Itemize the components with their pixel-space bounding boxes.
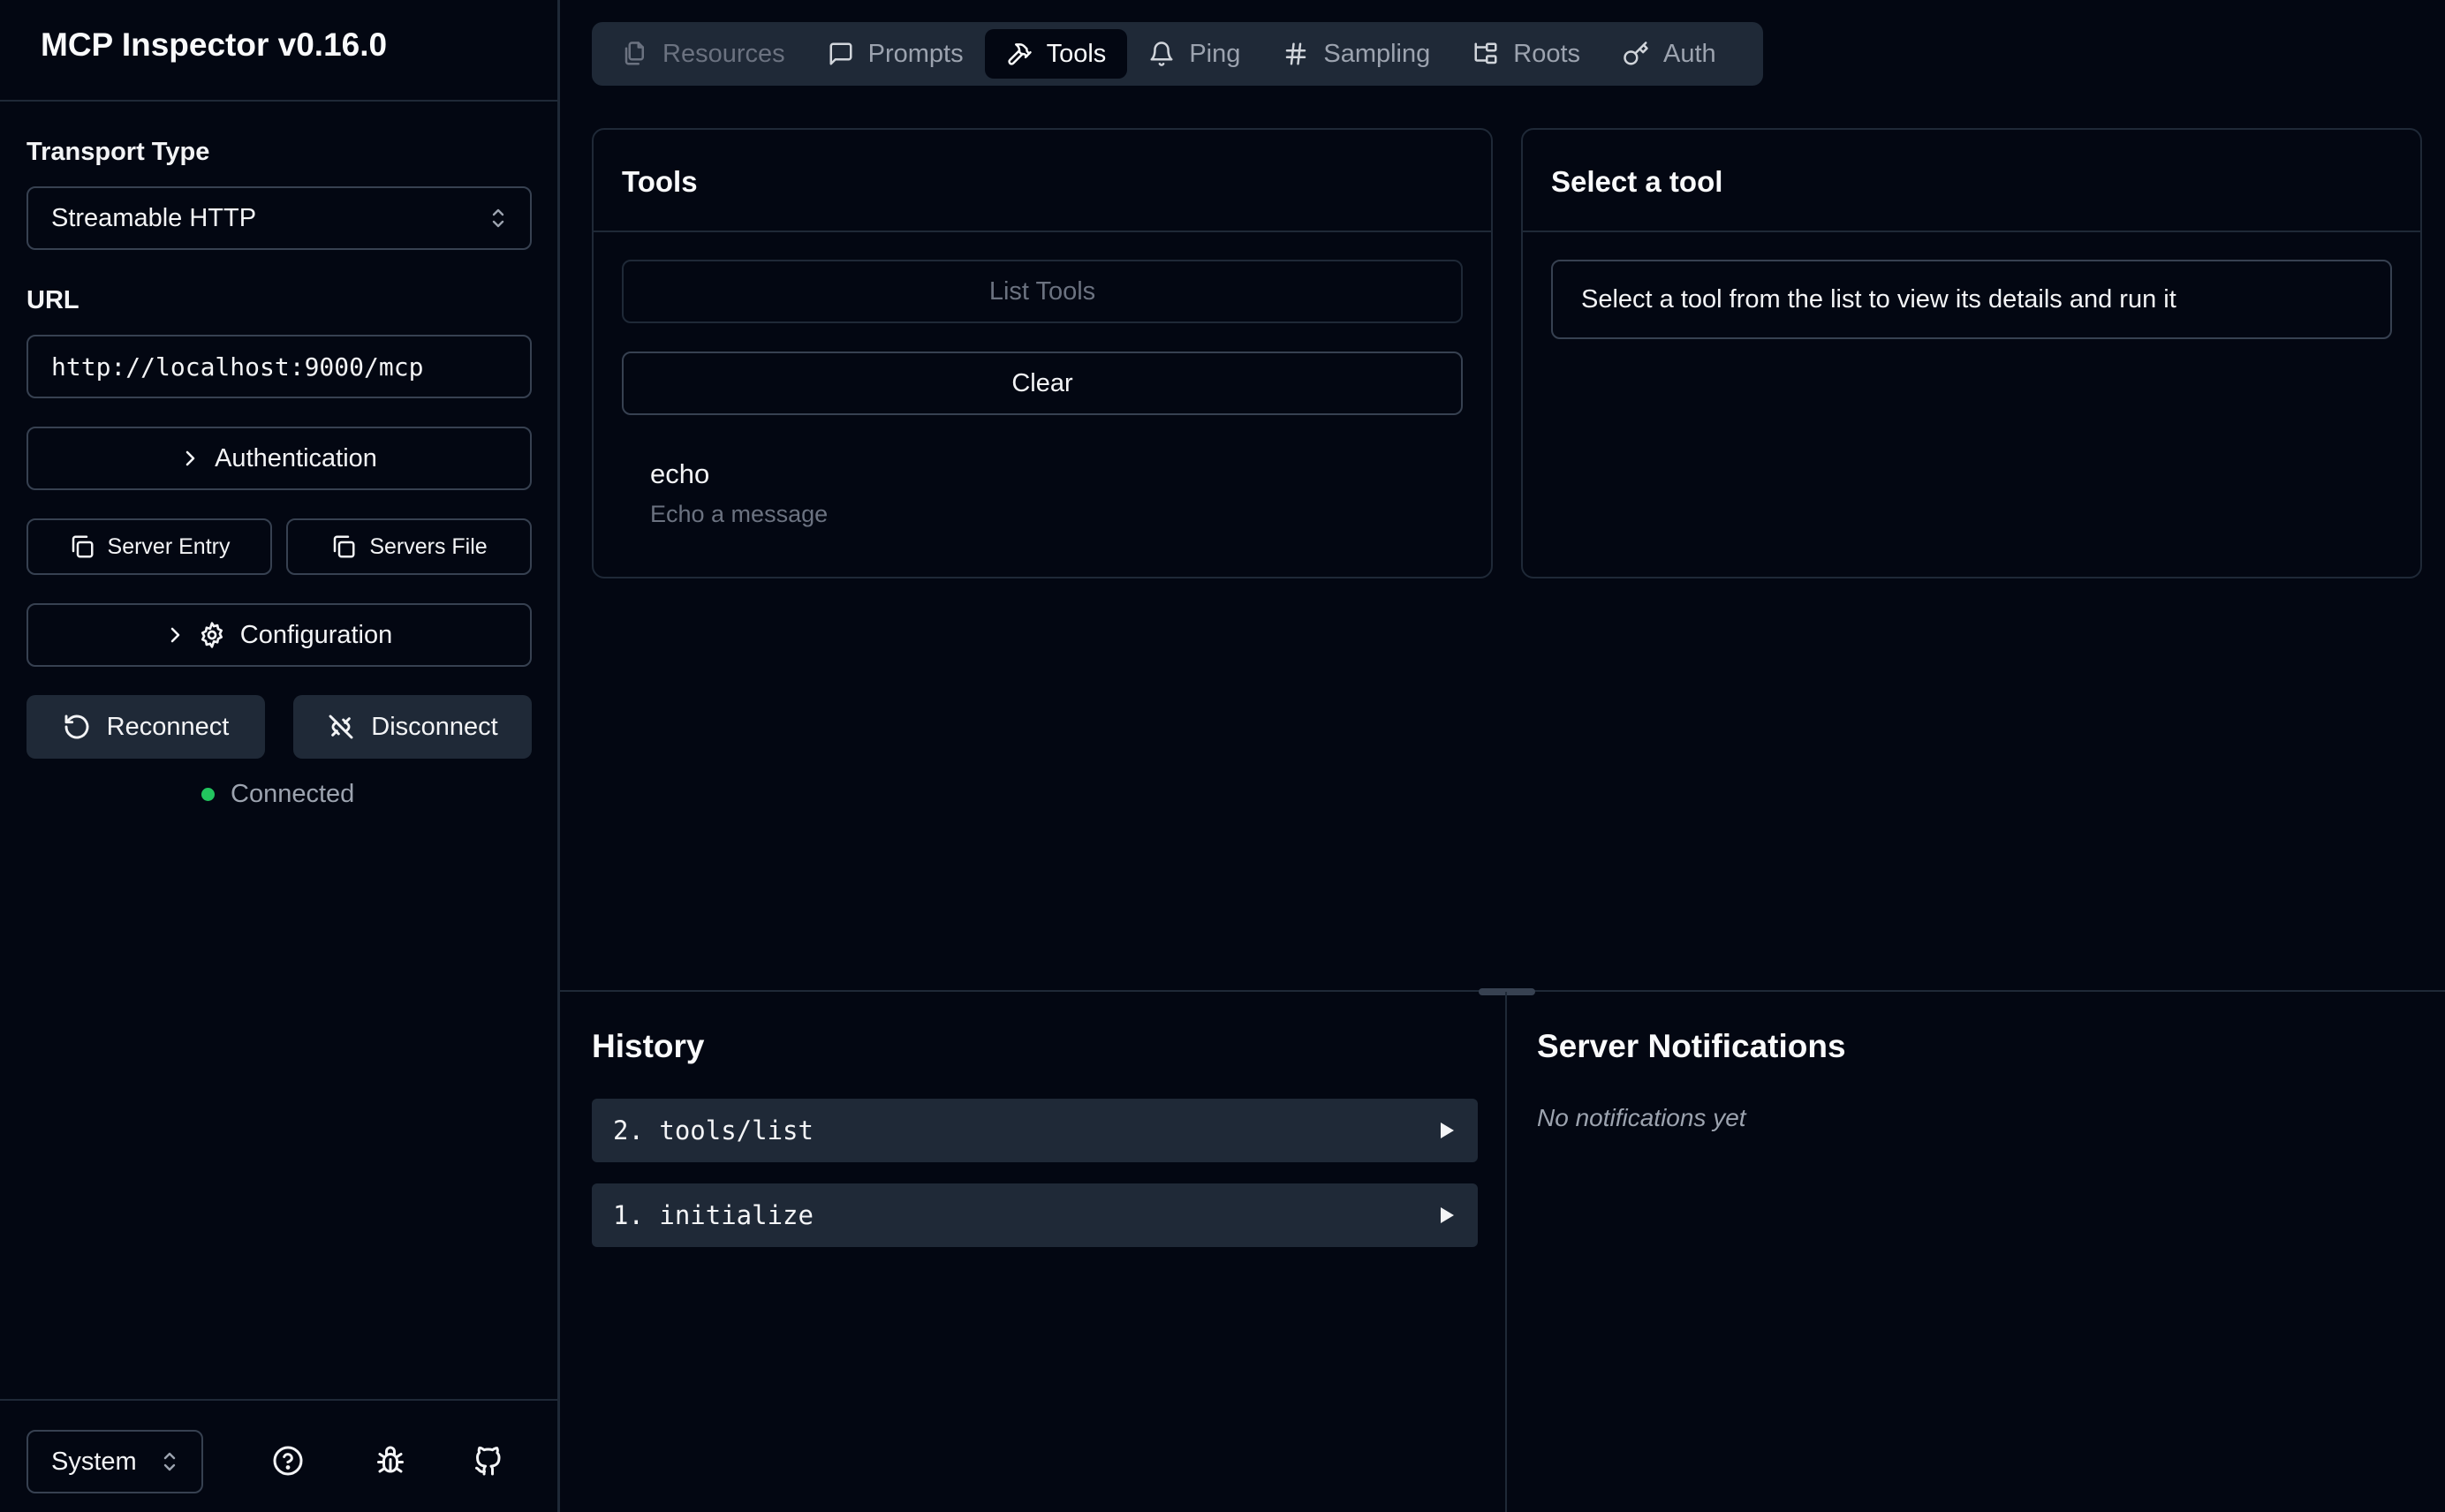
app-title: MCP Inspector v0.16.0 xyxy=(41,26,388,63)
tool-name: echo xyxy=(650,458,710,489)
tab-label: Auth xyxy=(1663,39,1716,68)
lower-pane-divider xyxy=(1505,992,1507,1512)
tab-label: Resources xyxy=(662,39,785,68)
server-notifications-title: Server Notifications xyxy=(1537,1028,1846,1064)
status-text: Connected xyxy=(231,780,355,808)
theme-value: System xyxy=(51,1447,137,1476)
connection-status: Connected xyxy=(201,780,354,809)
configuration-toggle-button[interactable]: Configuration xyxy=(26,603,532,667)
tab-label: Ping xyxy=(1189,39,1241,68)
chevron-right-icon xyxy=(181,448,199,469)
url-input[interactable]: http://localhost:9000/mcp xyxy=(26,335,532,398)
tool-description: Echo a message xyxy=(650,501,829,527)
tab-auth[interactable]: Auth xyxy=(1601,29,1737,79)
tab-prompts[interactable]: Prompts xyxy=(806,29,985,79)
transport-type-select[interactable]: Streamable HTTP xyxy=(26,186,532,250)
tab-label: Roots xyxy=(1513,39,1581,68)
resize-handle[interactable] xyxy=(1479,988,1535,995)
hash-icon xyxy=(1283,41,1309,67)
sidebar-footer-divider xyxy=(0,1399,560,1401)
tab-sampling[interactable]: Sampling xyxy=(1261,29,1451,79)
list-tools-button[interactable]: List Tools xyxy=(622,260,1463,323)
configuration-label: Configuration xyxy=(239,620,393,649)
sidebar: MCP Inspector v0.16.0 Transport Type Str… xyxy=(0,0,560,1512)
transport-type-label: Transport Type xyxy=(26,138,210,166)
chevrons-up-down-icon xyxy=(161,1450,178,1473)
status-dot xyxy=(201,788,215,801)
tab-label: Tools xyxy=(1046,39,1107,68)
copy-icon xyxy=(69,533,95,560)
copy-icon xyxy=(330,533,357,560)
tab-tools[interactable]: Tools xyxy=(984,29,1128,79)
expand-arrow-icon xyxy=(1437,1206,1457,1225)
chevron-right-icon xyxy=(166,624,184,646)
files-icon xyxy=(622,41,648,67)
bell-icon xyxy=(1148,41,1175,67)
url-value: http://localhost:9000/mcp xyxy=(51,352,424,382)
tab-resources[interactable]: Resources xyxy=(601,29,806,79)
tool-detail-title: Select a tool xyxy=(1551,165,1723,198)
tab-bar: Resources Prompts Tools Ping Sampling Ro… xyxy=(592,22,1763,86)
tools-card-title: Tools xyxy=(622,165,698,198)
url-label: URL xyxy=(26,286,79,314)
servers-file-button[interactable]: Servers File xyxy=(286,518,532,575)
tab-ping[interactable]: Ping xyxy=(1127,29,1261,79)
history-item-label: 1. initialize xyxy=(613,1200,814,1230)
clear-label: Clear xyxy=(1011,368,1073,397)
tab-label: Sampling xyxy=(1323,39,1431,68)
disconnect-button[interactable]: Disconnect xyxy=(293,695,532,759)
hammer-icon xyxy=(1006,41,1033,67)
rotate-ccw-icon xyxy=(63,713,91,741)
tool-detail-divider xyxy=(1523,231,2420,232)
history-title: History xyxy=(592,1028,705,1064)
reconnect-button[interactable]: Reconnect xyxy=(26,695,265,759)
no-notifications-text: No notifications yet xyxy=(1537,1104,1746,1131)
clear-button[interactable]: Clear xyxy=(622,352,1463,415)
history-item[interactable]: 1. initialize xyxy=(592,1183,1478,1247)
chevrons-up-down-icon xyxy=(489,207,507,230)
bug-icon[interactable] xyxy=(375,1445,406,1477)
tool-detail-card: Select a tool Select a tool from the lis… xyxy=(1521,128,2422,578)
tools-card: Tools List Tools Clear echo Echo a messa… xyxy=(592,128,1493,578)
authentication-label: Authentication xyxy=(215,443,377,472)
help-circle-icon[interactable] xyxy=(272,1445,304,1477)
tab-roots[interactable]: Roots xyxy=(1451,29,1601,79)
expand-arrow-icon xyxy=(1437,1121,1457,1140)
github-icon[interactable] xyxy=(473,1445,504,1477)
tools-card-divider xyxy=(594,231,1491,232)
history-item[interactable]: 2. tools/list xyxy=(592,1099,1478,1162)
server-entry-button[interactable]: Server Entry xyxy=(26,518,272,575)
list-tools-label: List Tools xyxy=(988,276,1096,306)
reconnect-label: Reconnect xyxy=(106,712,230,741)
unplug-icon xyxy=(327,713,355,741)
history-item-label: 2. tools/list xyxy=(613,1115,814,1145)
select-tool-alert: Select a tool from the list to view its … xyxy=(1551,260,2392,339)
message-square-icon xyxy=(828,41,854,67)
theme-select[interactable]: System xyxy=(26,1430,203,1493)
server-entry-label: Server Entry xyxy=(107,533,231,559)
folder-tree-icon xyxy=(1472,41,1499,67)
tool-list-item-echo[interactable]: echo Echo a message xyxy=(625,450,1459,547)
key-icon xyxy=(1623,41,1649,67)
transport-type-value: Streamable HTTP xyxy=(51,203,257,232)
authentication-toggle-button[interactable]: Authentication xyxy=(26,427,532,490)
select-tool-message: Select a tool from the list to view its … xyxy=(1581,284,2176,314)
servers-file-label: Servers File xyxy=(369,533,488,559)
disconnect-label: Disconnect xyxy=(371,712,498,741)
tab-label: Prompts xyxy=(867,39,964,68)
sidebar-header-divider xyxy=(0,100,560,102)
settings-gear-icon xyxy=(198,621,226,649)
